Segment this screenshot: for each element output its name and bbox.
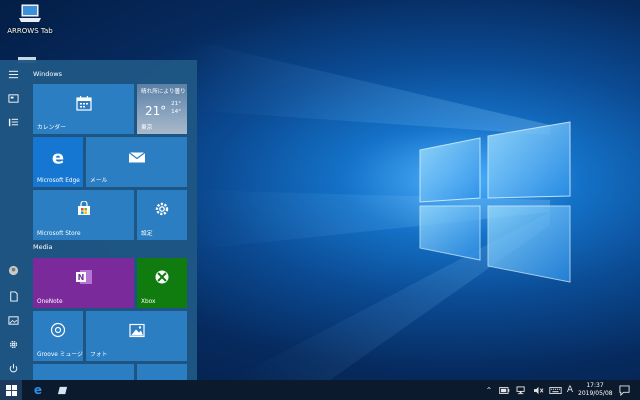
tile-partial[interactable] bbox=[33, 364, 134, 380]
photos-icon bbox=[128, 323, 145, 342]
battery-icon bbox=[498, 386, 509, 394]
touch-keyboard-button[interactable] bbox=[548, 384, 562, 396]
tile-groove-music[interactable]: Groove ミュージ... bbox=[33, 311, 83, 361]
power-icon bbox=[9, 363, 17, 372]
user-avatar-icon bbox=[8, 265, 18, 275]
documents-button[interactable] bbox=[3, 286, 23, 306]
action-center-button[interactable] bbox=[617, 384, 631, 396]
tile-microsoft-store[interactable]: Microsoft Store bbox=[33, 190, 134, 240]
weather-high: 21° bbox=[171, 101, 181, 107]
group-title-windows: Windows bbox=[33, 70, 63, 78]
gear-icon bbox=[9, 340, 17, 348]
tiles-icon bbox=[7, 93, 19, 103]
start-menu-rail bbox=[0, 60, 26, 380]
tile-label: Microsoft Store bbox=[37, 231, 81, 237]
keyboard-icon bbox=[548, 386, 562, 394]
groove-icon bbox=[50, 322, 66, 342]
edge-icon: e bbox=[33, 383, 43, 397]
weather-hi-lo: 21° 14° bbox=[171, 100, 181, 116]
tile-weather[interactable]: 晴れ所により曇り 21° 21° 14° 東京 bbox=[137, 84, 187, 134]
tile-label: Groove ミュージ... bbox=[37, 352, 83, 358]
wallpaper-windows-logo bbox=[419, 121, 571, 283]
tile-mail[interactable]: メール bbox=[86, 137, 187, 187]
laptop-icon bbox=[18, 4, 42, 24]
settings-button[interactable] bbox=[3, 334, 23, 354]
power-button[interactable] bbox=[3, 358, 23, 378]
group-title-media: Media bbox=[33, 243, 53, 251]
weather-condition: 晴れ所により曇り bbox=[141, 89, 186, 95]
taskbar: e ⌃ A 17:37 2019/05/08 bbox=[0, 380, 640, 400]
tile-label: OneNote bbox=[37, 299, 63, 305]
tile-partial[interactable] bbox=[137, 364, 187, 380]
tile-settings[interactable]: 設定 bbox=[137, 190, 187, 240]
onenote-icon: N bbox=[75, 268, 93, 290]
tile-label: 設定 bbox=[141, 231, 153, 237]
taskbar-app-button[interactable] bbox=[52, 380, 72, 400]
tile-label: Microsoft Edge bbox=[37, 178, 80, 184]
tablet-app-icon bbox=[57, 386, 67, 394]
svg-text:N: N bbox=[77, 273, 84, 282]
tile-photos[interactable]: フォト bbox=[86, 311, 187, 361]
speaker-muted-icon bbox=[533, 386, 543, 394]
desktop-icon-label: ARROWS Tab bbox=[7, 27, 53, 35]
desktop-icon-arrows-tab[interactable]: ARROWS Tab bbox=[4, 4, 56, 35]
tile-label: メール bbox=[90, 178, 108, 184]
battery-button[interactable] bbox=[498, 384, 510, 396]
user-account-button[interactable] bbox=[3, 260, 23, 280]
windows-logo-icon bbox=[5, 384, 17, 396]
tiles-view-button[interactable] bbox=[3, 88, 23, 108]
weather-low: 14° bbox=[171, 109, 181, 115]
list-icon bbox=[8, 118, 18, 126]
wallpaper-light-rays bbox=[190, 40, 550, 380]
clock-date: 2019/05/08 bbox=[578, 390, 613, 397]
clock-time: 17:37 bbox=[586, 382, 604, 389]
hamburger-menu-button[interactable] bbox=[3, 64, 23, 84]
tile-label: カレンダー bbox=[37, 125, 66, 131]
store-icon bbox=[76, 200, 92, 221]
tile-microsoft-edge[interactable]: e Microsoft Edge bbox=[33, 137, 83, 187]
start-menu: Windows カレンダー 晴れ所により曇り 21° 21° 14° 東京 e … bbox=[0, 60, 197, 380]
volume-button[interactable] bbox=[532, 384, 544, 396]
ime-mode-button[interactable]: A bbox=[565, 384, 575, 396]
all-apps-button[interactable] bbox=[3, 112, 23, 132]
document-icon bbox=[9, 290, 18, 302]
network-icon bbox=[516, 385, 525, 394]
tile-calendar[interactable]: カレンダー bbox=[33, 84, 134, 134]
network-button[interactable] bbox=[515, 384, 527, 396]
calendar-icon bbox=[75, 95, 92, 115]
taskbar-edge-button[interactable]: e bbox=[28, 380, 48, 400]
chevron-up-icon: ⌃ bbox=[485, 385, 493, 395]
tile-xbox[interactable]: Xbox bbox=[137, 258, 187, 308]
gear-icon bbox=[154, 201, 170, 221]
tile-label: フォト bbox=[90, 352, 108, 358]
picture-icon bbox=[7, 315, 19, 325]
xbox-icon bbox=[154, 269, 170, 289]
mail-icon bbox=[128, 149, 146, 168]
notification-icon bbox=[618, 384, 630, 396]
taskbar-clock[interactable]: 17:37 2019/05/08 bbox=[578, 382, 613, 398]
desktop-icon-partial[interactable] bbox=[16, 50, 38, 63]
tile-label: Xbox bbox=[141, 299, 156, 305]
tile-onenote[interactable]: N OneNote bbox=[33, 258, 134, 308]
edge-icon: e bbox=[51, 147, 65, 169]
start-button[interactable] bbox=[0, 380, 22, 400]
weather-city: 東京 bbox=[141, 125, 153, 131]
pictures-button[interactable] bbox=[3, 310, 23, 330]
hamburger-icon bbox=[8, 70, 18, 78]
show-hidden-icons-button[interactable]: ⌃ bbox=[484, 384, 494, 396]
weather-temperature: 21° bbox=[145, 104, 167, 118]
